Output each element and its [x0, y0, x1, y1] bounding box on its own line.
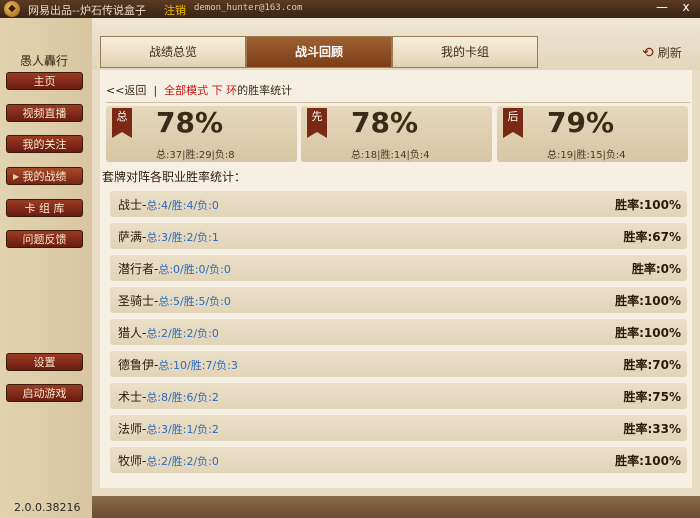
breadcrumb: <<返回 | 全部模式 下 环的胜率统计	[106, 82, 292, 98]
window-title: 网易出品--炉石传说盒子	[28, 4, 146, 17]
class-stats: 总:10/胜:7/负:3	[158, 359, 238, 372]
refresh-icon: ⟲	[642, 45, 654, 61]
class-name: 圣骑士-总:5/胜:5/负:0	[118, 294, 231, 308]
class-stats: 总:3/胜:1/负:2	[146, 423, 219, 436]
launch-game-button[interactable]: 启动游戏	[6, 384, 83, 402]
flag-first: 先	[307, 108, 327, 138]
refresh-button[interactable]: ⟲ 刷新	[642, 44, 682, 61]
sidebar-item-label: 我的战绩	[22, 170, 67, 183]
class-stats: 总:2/胜:2/负:0	[146, 327, 219, 340]
table-row: 潜行者-总:0/胜:0/负:0 胜率:0%	[110, 255, 687, 281]
sidebar: 愚人轟行 主页 视频直播 我的关注 ▶ 我的战绩 卡 组 库 问题反馈 设置 启…	[0, 18, 92, 518]
table-row: 德鲁伊-总:10/胜:7/负:3 胜率:70%	[110, 351, 687, 377]
record-total: 总:37|胜:29|负:8	[156, 150, 235, 161]
class-name: 牧师-总:2/胜:2/负:0	[118, 454, 219, 468]
mode-filter[interactable]: 全部模式	[164, 84, 208, 97]
logout-link[interactable]: 注销	[164, 2, 186, 18]
win-rate-second: 79%	[547, 106, 615, 139]
tab-bar: 战绩总览 战斗回顾 我的卡组 ⟲ 刷新	[92, 18, 700, 70]
win-rate-total: 78%	[156, 106, 224, 139]
minimize-button[interactable]: —	[654, 0, 670, 16]
divider	[106, 102, 690, 103]
class-name: 潜行者-总:0/胜:0/负:0	[118, 262, 231, 276]
breadcrumb-suffix: 的胜率统计	[237, 84, 293, 97]
table-row: 术士-总:8/胜:6/负:2 胜率:75%	[110, 383, 687, 409]
class-name: 德鲁伊-总:10/胜:7/负:3	[118, 358, 238, 372]
stat-card-total: 总 78% 总:37|胜:29|负:8	[106, 106, 297, 162]
version-label: 2.0.0.38216	[14, 501, 81, 514]
class-name: 萨满-总:3/胜:2/负:1	[118, 230, 219, 244]
table-row: 圣骑士-总:5/胜:5/负:0 胜率:100%	[110, 287, 687, 313]
sidebar-item-home[interactable]: 主页	[6, 72, 83, 90]
stat-card-second: 后 79% 总:19|胜:15|负:4	[497, 106, 688, 162]
table-row: 牧师-总:2/胜:2/负:0 胜率:100%	[110, 447, 687, 473]
table-row: 战士-总:4/胜:4/负:0 胜率:100%	[110, 191, 687, 217]
class-name: 猎人-总:2/胜:2/负:0	[118, 326, 219, 340]
ring-filter[interactable]: 环	[226, 84, 237, 97]
tab-battle-review[interactable]: 战斗回顾	[246, 36, 392, 68]
active-arrow-icon: ▶	[13, 172, 20, 181]
username: 愚人轟行	[20, 54, 69, 68]
win-rate-first: 78%	[351, 106, 419, 139]
class-win-rate: 胜率:100%	[615, 454, 681, 468]
class-win-rate: 胜率:100%	[615, 294, 681, 308]
sidebar-item-decks[interactable]: 卡 组 库	[6, 199, 83, 217]
table-row: 法师-总:3/胜:1/负:2 胜率:33%	[110, 415, 687, 441]
class-win-rate: 胜率:67%	[623, 230, 681, 244]
breadcrumb-separator: |	[153, 84, 158, 97]
class-win-rate: 胜率:75%	[623, 390, 681, 404]
class-name: 术士-总:8/胜:6/负:2	[118, 390, 219, 404]
flag-second: 后	[503, 108, 523, 138]
stat-card-first: 先 78% 总:18|胜:14|负:4	[301, 106, 492, 162]
sidebar-item-feedback[interactable]: 问题反馈	[6, 230, 83, 248]
flag-total: 总	[112, 108, 132, 138]
close-button[interactable]: x	[678, 0, 694, 16]
title-bar: ◆ 网易出品--炉石传说盒子 注销 demon_hunter@163.com —…	[0, 0, 700, 18]
sidebar-item-follow[interactable]: 我的关注	[6, 135, 83, 153]
class-name: 战士-总:4/胜:4/负:0	[118, 198, 219, 212]
class-stats: 总:0/胜:0/负:0	[158, 263, 231, 276]
main-panel: 战绩总览 战斗回顾 我的卡组 ⟲ 刷新 <<返回 | 全部模式 下 环的胜率统计 总 …	[92, 18, 700, 518]
table-row: 萨满-总:3/胜:2/负:1 胜率:67%	[110, 223, 687, 249]
tab-overview[interactable]: 战绩总览	[100, 36, 246, 68]
table-row: 猎人-总:2/胜:2/负:0 胜率:100%	[110, 319, 687, 345]
bottom-bar	[92, 496, 700, 518]
class-win-rate: 胜率:100%	[615, 198, 681, 212]
breadcrumb-under: 下	[211, 84, 223, 97]
class-stats: 总:5/胜:5/负:0	[158, 295, 231, 308]
class-win-rate: 胜率:70%	[623, 358, 681, 372]
class-win-rate: 胜率:0%	[631, 262, 681, 276]
refresh-label: 刷新	[657, 46, 682, 60]
section-title: 套牌对阵各职业胜率统计：	[102, 170, 247, 184]
sidebar-item-live[interactable]: 视频直播	[6, 104, 83, 122]
settings-button[interactable]: 设置	[6, 353, 83, 371]
class-win-rate: 胜率:33%	[623, 422, 681, 436]
class-stats: 总:3/胜:2/负:1	[146, 231, 219, 244]
content-area: <<返回 | 全部模式 下 环的胜率统计 总 78% 总:37|胜:29|负:8 先…	[100, 70, 692, 488]
class-name: 法师-总:3/胜:1/负:2	[118, 422, 219, 436]
record-second: 总:19|胜:15|负:4	[547, 150, 626, 161]
class-stats: 总:4/胜:4/负:0	[146, 199, 219, 212]
sidebar-item-my-records[interactable]: ▶ 我的战绩	[6, 167, 83, 185]
back-link[interactable]: <<返回	[106, 84, 146, 97]
account-email: demon_hunter@163.com	[194, 3, 303, 13]
record-first: 总:18|胜:14|负:4	[351, 150, 430, 161]
tab-my-decks[interactable]: 我的卡组	[392, 36, 538, 68]
app-logo-icon: ◆	[4, 1, 20, 17]
class-stats: 总:8/胜:6/负:2	[146, 391, 219, 404]
class-win-rate: 胜率:100%	[615, 326, 681, 340]
class-stats: 总:2/胜:2/负:0	[146, 455, 219, 468]
